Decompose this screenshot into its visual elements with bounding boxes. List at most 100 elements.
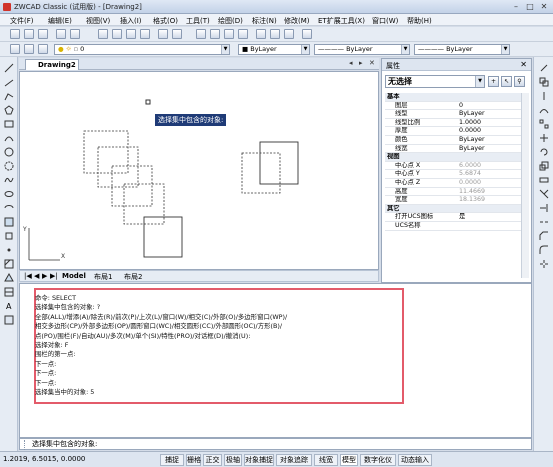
copy-object-icon[interactable] <box>539 77 549 87</box>
property-value[interactable]: ByLayer <box>459 136 529 144</box>
point-icon[interactable] <box>4 245 14 255</box>
zoom-window-icon[interactable] <box>224 29 234 39</box>
status-toggle-button[interactable]: 线宽 <box>314 454 338 466</box>
print-preview-icon[interactable] <box>70 29 80 39</box>
close-button[interactable]: ✕ <box>538 2 550 12</box>
property-value[interactable]: 0 <box>459 102 529 110</box>
scale-icon[interactable] <box>539 161 549 171</box>
revcloud-icon[interactable] <box>4 161 14 171</box>
line-icon[interactable] <box>4 63 14 73</box>
status-toggle-button[interactable]: 模型 <box>340 454 358 466</box>
property-row[interactable]: 中心点 X 6.0000 <box>385 162 529 171</box>
property-row[interactable]: 图层 0 <box>385 102 529 111</box>
property-row[interactable]: 中心点 Y 5.6874 <box>385 170 529 179</box>
property-section[interactable]: 其它 <box>385 204 529 214</box>
property-value[interactable]: 6.0000 <box>459 162 529 170</box>
cut-icon[interactable] <box>98 29 108 39</box>
property-value[interactable]: 1.0000 <box>459 119 529 127</box>
array-icon[interactable] <box>539 119 549 129</box>
trim-icon[interactable] <box>539 189 549 199</box>
layer-icon[interactable] <box>4 315 14 325</box>
redo-icon[interactable] <box>172 29 182 39</box>
property-row[interactable]: 线型 ByLayer <box>385 110 529 119</box>
toggle-pickadd-icon[interactable]: + <box>488 76 499 87</box>
property-value[interactable]: ByLayer <box>459 110 529 118</box>
copy-icon[interactable] <box>112 29 122 39</box>
lineweight-select[interactable]: ———— ByLayer ▼ <box>414 44 510 55</box>
ray-icon[interactable] <box>4 77 14 87</box>
selected-square-5[interactable] <box>241 152 281 194</box>
menu-tools[interactable]: 工具(T) <box>186 16 210 26</box>
close-icon[interactable]: ✕ <box>520 60 527 69</box>
menu-window[interactable]: 窗口(W) <box>372 16 398 26</box>
minimize-button[interactable]: – <box>510 2 522 12</box>
hatch-icon[interactable] <box>4 259 14 269</box>
property-row[interactable]: 厚度 0.0000 <box>385 127 529 136</box>
quick-select-icon[interactable]: ⚲ <box>514 76 525 87</box>
menu-help[interactable]: 帮助(H) <box>407 16 432 26</box>
property-row[interactable]: 中心点 Z 0.0000 <box>385 179 529 188</box>
drawing-canvas[interactable]: Y X <box>19 71 379 270</box>
tab-drawing2[interactable]: Drawing2 <box>25 59 79 70</box>
zoom-previous-icon[interactable] <box>238 29 248 39</box>
menu-view[interactable]: 视图(V) <box>86 16 110 26</box>
menu-dimension[interactable]: 标注(N) <box>252 16 277 26</box>
rotate-icon[interactable] <box>539 147 549 157</box>
properties-icon[interactable] <box>256 29 266 39</box>
linetype-select[interactable]: ———— ByLayer ▼ <box>314 44 410 55</box>
pan-icon[interactable] <box>196 29 206 39</box>
menu-insert[interactable]: 插入(I) <box>120 16 142 26</box>
menu-format[interactable]: 格式(O) <box>153 16 178 26</box>
selected-square-2[interactable] <box>97 146 139 188</box>
menu-draw[interactable]: 绘图(D) <box>218 16 243 26</box>
zoom-realtime-icon[interactable] <box>210 29 220 39</box>
layout-last-icon[interactable]: ▶| <box>50 272 58 280</box>
status-toggle-button[interactable]: 捕捉 <box>160 454 184 466</box>
layout-tab-1[interactable]: 布局1 <box>94 272 112 282</box>
status-toggle-button[interactable]: 动态输入 <box>398 454 432 466</box>
offset-icon[interactable] <box>539 105 549 115</box>
layer-previous-icon[interactable] <box>38 44 48 54</box>
layout-tab-model[interactable]: Model <box>62 272 86 280</box>
property-section[interactable]: 视图 <box>385 153 529 162</box>
explode-icon[interactable] <box>539 259 549 269</box>
property-row[interactable]: 打开UCS图标 是 <box>385 213 529 222</box>
tool-palette-icon[interactable] <box>284 29 294 39</box>
make-block-icon[interactable] <box>4 231 14 241</box>
color-select[interactable]: ■ ByLayer ▼ <box>238 44 310 55</box>
layer-manager-icon[interactable] <box>10 44 20 54</box>
polyline-icon[interactable] <box>4 91 14 101</box>
property-row[interactable]: 宽度 18.1369 <box>385 196 529 205</box>
property-value[interactable]: 11.4669 <box>459 188 529 196</box>
menu-edit[interactable]: 编辑(E) <box>48 16 72 26</box>
open-file-icon[interactable] <box>24 29 34 39</box>
help-icon[interactable] <box>302 29 312 39</box>
rectangle-icon[interactable] <box>4 119 14 129</box>
mirror-icon[interactable] <box>539 91 549 101</box>
ellipse-arc-icon[interactable] <box>4 203 14 213</box>
property-row[interactable]: 高度 11.4669 <box>385 188 529 197</box>
new-file-icon[interactable] <box>10 29 20 39</box>
match-properties-icon[interactable] <box>140 29 150 39</box>
status-toggle-button[interactable]: 栅格 <box>186 454 201 466</box>
property-row[interactable]: 颜色 ByLayer <box>385 136 529 145</box>
circle-icon[interactable] <box>4 147 14 157</box>
polygon-icon[interactable] <box>4 105 14 115</box>
layer-states-icon[interactable] <box>24 44 34 54</box>
arc-icon[interactable] <box>4 133 14 143</box>
mtext-icon[interactable]: A <box>4 301 14 311</box>
properties-scrollbar[interactable] <box>521 93 529 278</box>
command-input[interactable]: 选择集中包含的对象: <box>19 438 532 450</box>
ellipse-icon[interactable] <box>4 189 14 199</box>
tab-prev-icon[interactable]: ◂ <box>349 59 353 67</box>
table-icon[interactable] <box>4 287 14 297</box>
erase-icon[interactable] <box>539 63 549 73</box>
selection-dropdown[interactable]: 无选择 ▼ <box>385 75 485 88</box>
menu-et-tools[interactable]: ET扩展工具(X) <box>318 16 365 26</box>
select-objects-icon[interactable]: ↖ <box>501 76 512 87</box>
chamfer-icon[interactable] <box>539 231 549 241</box>
property-row[interactable]: UCS名称 <box>385 222 529 231</box>
paste-icon[interactable] <box>126 29 136 39</box>
square-7[interactable] <box>259 141 299 185</box>
status-toggle-button[interactable]: 极轴 <box>224 454 242 466</box>
